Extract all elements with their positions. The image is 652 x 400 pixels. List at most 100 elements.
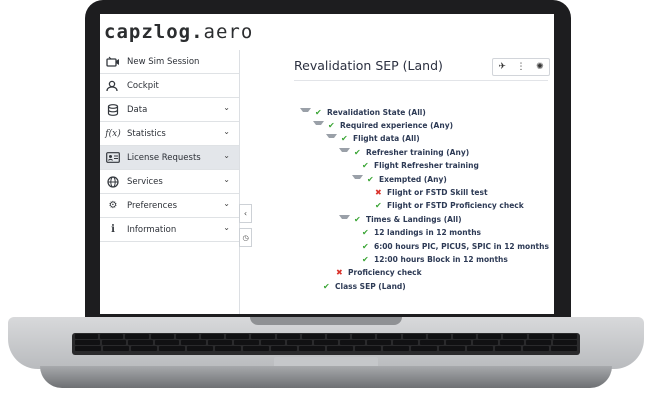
check-icon: ✔ xyxy=(367,174,374,184)
tree-node-label: 12:00 hours Block in 12 months xyxy=(374,254,508,264)
chevron-down-icon: ⌄ xyxy=(223,127,230,136)
tree-node[interactable]: ✔ Exempted (Any) xyxy=(352,173,447,185)
check-icon: ✔ xyxy=(375,201,382,211)
check-icon: ✔ xyxy=(362,228,369,238)
sidebar-item-label: Services xyxy=(127,176,163,187)
tree-node[interactable]: ✔ Revalidation State (All) xyxy=(300,106,426,118)
check-icon: ✔ xyxy=(315,107,322,117)
sidebar-item-label: License Requests xyxy=(127,152,201,163)
user-icon xyxy=(105,79,121,93)
sidebar-item-data[interactable]: Data ⌄ xyxy=(100,98,239,122)
sim-session-icon xyxy=(105,55,121,69)
tree-node-label: Times & Landings (All) xyxy=(366,214,462,224)
tree-node-label: Revalidation State (All) xyxy=(327,107,426,117)
tree-node-label: Exempted (Any) xyxy=(379,174,447,184)
database-icon xyxy=(105,103,121,117)
globe-icon xyxy=(105,175,121,189)
chevron-left-icon: ‹ xyxy=(243,209,248,218)
tree-node: ✔ Flight Refresher training xyxy=(352,160,479,172)
sidebar-item-new-sim-session[interactable]: New Sim Session xyxy=(100,50,239,74)
laptop-frame: capzlog. aero New Sim Session Cockpit Dat… xyxy=(0,0,652,400)
tree-node-label: Refresher training (Any) xyxy=(366,147,470,157)
sidebar-controls: ‹ ◷ xyxy=(239,204,252,247)
check-icon: ✔ xyxy=(328,120,335,130)
function-icon: f(x) xyxy=(105,128,121,139)
info-icon: i xyxy=(111,224,115,235)
tree-node-label: Proficiency check xyxy=(348,268,422,278)
tree-node[interactable]: ✔ Refresher training (Any) xyxy=(339,146,469,158)
title-divider xyxy=(294,80,548,81)
tree-node[interactable]: ✔ Flight data (All) xyxy=(326,133,420,145)
sidebar-item-label: Preferences xyxy=(127,200,177,211)
tree-node: ✔ Flight or FSTD Proficiency check xyxy=(365,200,524,212)
check-icon: ✔ xyxy=(323,281,330,291)
sidebar-item-preferences[interactable]: ⚙ Preferences ⌄ xyxy=(100,194,239,218)
laptop-base-front xyxy=(40,366,612,388)
chevron-down-icon: ⌄ xyxy=(223,199,230,208)
brand-name: capzlog xyxy=(104,21,192,43)
check-icon: ✔ xyxy=(354,147,361,157)
tree-node: ✔ Class SEP (Land) xyxy=(313,280,406,292)
tree-node: ✔ 6:00 hours PIC, PICUS, SPIC in 12 month… xyxy=(352,240,549,252)
check-icon: ✔ xyxy=(354,214,361,224)
check-icon: ✔ xyxy=(362,254,369,264)
expand-toggle-icon[interactable] xyxy=(352,174,363,184)
check-icon: ✔ xyxy=(341,134,348,144)
title-toolbar: ✈ ⋮ ✺ xyxy=(492,58,550,76)
brand-tld: aero xyxy=(203,21,254,43)
tree-node-label: 12 landings in 12 months xyxy=(374,228,482,238)
gears-icon: ⚙ xyxy=(108,200,118,211)
clock-icon: ◷ xyxy=(242,233,249,242)
tree-node[interactable]: ✔ Times & Landings (All) xyxy=(339,213,462,225)
brand-dot: . xyxy=(191,21,204,43)
history-button[interactable]: ◷ xyxy=(239,228,252,247)
keyboard xyxy=(72,333,580,355)
cross-icon: ✖ xyxy=(336,268,343,278)
chevron-down-icon: ⌄ xyxy=(223,103,230,112)
tree-node-label: Flight or FSTD Proficiency check xyxy=(387,201,524,211)
sidebar-item-label: Information xyxy=(127,224,177,235)
sidebar-item-information[interactable]: i Information ⌄ xyxy=(100,218,239,242)
tree-node-label: Flight or FSTD Skill test xyxy=(387,187,488,197)
expand-toggle-icon[interactable] xyxy=(339,147,350,157)
tree-node: ✖ Proficiency check xyxy=(326,267,422,279)
tree-node: ✔ 12:00 hours Block in 12 months xyxy=(352,253,508,265)
sidebar-item-label: New Sim Session xyxy=(127,56,200,67)
tree-node: ✖ Flight or FSTD Skill test xyxy=(365,186,488,198)
tree-node-label: Flight data (All) xyxy=(353,134,420,144)
seal-icon[interactable]: ✺ xyxy=(536,62,544,72)
cross-icon: ✖ xyxy=(375,187,382,197)
sidebar-item-label: Data xyxy=(127,104,148,115)
app-screen: capzlog. aero New Sim Session Cockpit Dat… xyxy=(100,14,554,314)
sidebar-item-license-requests[interactable]: License Requests ⌄ xyxy=(100,146,239,170)
tree-node-label: Required experience (Any) xyxy=(340,120,454,130)
more-options-icon[interactable]: ⋮ xyxy=(516,62,525,72)
brand-logo: capzlog. aero xyxy=(100,14,554,50)
expand-toggle-icon[interactable] xyxy=(339,214,350,224)
chevron-down-icon: ⌄ xyxy=(223,223,230,232)
main-panel: Revalidation SEP (Land) ✈ ⋮ ✺ ✔ Revalidat… xyxy=(252,50,554,314)
tree-node: ✔ 12 landings in 12 months xyxy=(352,227,481,239)
airplane-icon[interactable]: ✈ xyxy=(498,62,506,72)
expand-toggle-icon[interactable] xyxy=(300,107,311,117)
tree-node-label: Flight Refresher training xyxy=(374,161,479,171)
chevron-down-icon: ⌄ xyxy=(223,175,230,184)
collapse-sidebar-button[interactable]: ‹ xyxy=(239,204,252,223)
sidebar-item-services[interactable]: Services ⌄ xyxy=(100,170,239,194)
expand-toggle-icon[interactable] xyxy=(313,120,324,130)
license-icon xyxy=(105,151,121,165)
check-icon: ✔ xyxy=(362,241,369,251)
sidebar-item-statistics[interactable]: f(x) Statistics ⌄ xyxy=(100,122,239,146)
tree-node-label: 6:00 hours PIC, PICUS, SPIC in 12 months xyxy=(374,241,549,251)
expand-toggle-icon[interactable] xyxy=(326,134,337,143)
check-icon: ✔ xyxy=(362,161,369,171)
tree-node[interactable]: ✔ Required experience (Any) xyxy=(313,119,453,131)
sidebar-item-cockpit[interactable]: Cockpit xyxy=(100,74,239,98)
page-title: Revalidation SEP (Land) xyxy=(294,58,443,73)
